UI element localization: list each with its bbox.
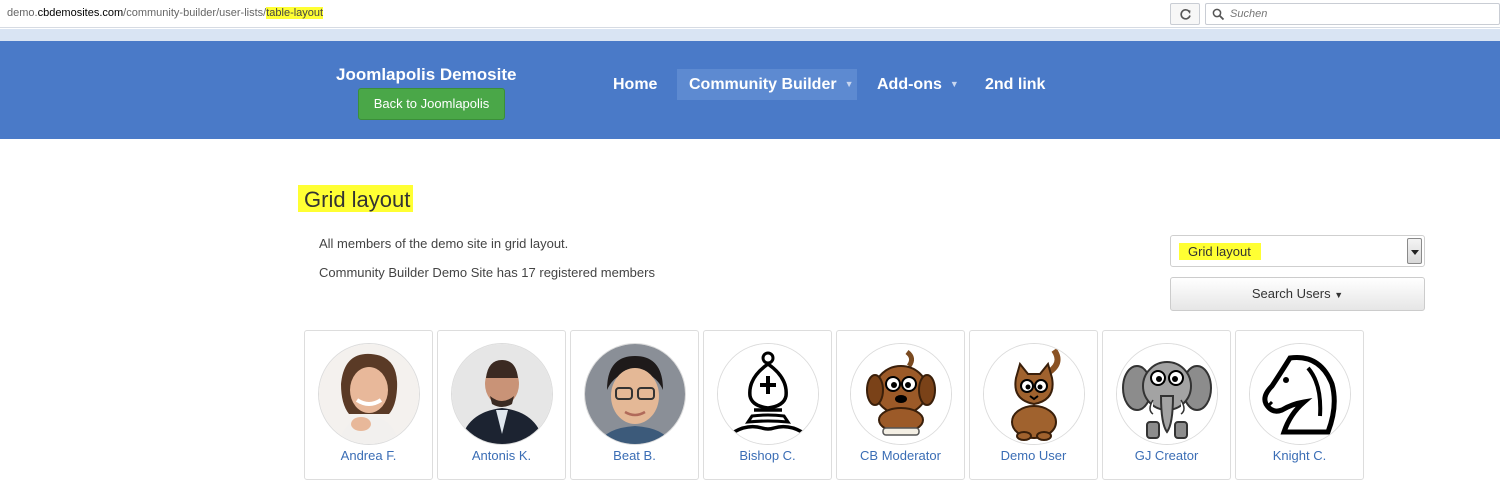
user-name-link[interactable]: Bishop C. [704,448,831,463]
user-card[interactable]: Beat B. [570,330,699,480]
user-name-link[interactable]: CB Moderator [837,448,964,463]
user-card[interactable]: Demo User [969,330,1098,480]
page-title: Grid layout [298,185,414,213]
browser-toolbar: demo.cbdemosites.com/community-builder/u… [0,0,1500,28]
chess-knight-icon[interactable] [1249,343,1351,445]
woman-photo-avatar[interactable] [318,343,420,445]
user-card[interactable]: Knight C. [1235,330,1364,480]
user-name-link[interactable]: Andrea F. [305,448,432,463]
nav-item-community-builder[interactable]: Community Builder ▼ [677,69,857,100]
member-count-text: Community Builder Demo Site has 17 regis… [319,265,655,280]
chevron-down-icon: ▼ [949,79,959,89]
cartoon-cat-icon[interactable] [983,343,1085,445]
user-name-link[interactable]: Beat B. [571,448,698,463]
cartoon-dog-icon[interactable] [850,343,952,445]
nav-item-addons[interactable]: Add-ons ▼ [877,69,959,100]
cartoon-elephant-icon[interactable] [1116,343,1218,445]
site-title: Joomlapolis Demosite [336,65,517,84]
browser-search-input[interactable] [1230,6,1490,22]
user-name-link[interactable]: Antonis K. [438,448,565,463]
site-header: Joomlapolis Demosite Back to Joomlapolis… [0,41,1500,139]
search-users-button[interactable]: Search Users ▼ [1170,277,1425,311]
nav-item-home[interactable]: Home [613,69,657,100]
user-card[interactable]: Andrea F. [304,330,433,480]
list-layout-select-value: Grid layout [1179,243,1261,260]
search-users-label: Search Users [1251,286,1331,301]
select-arrow-icon[interactable] [1407,238,1422,264]
reload-icon [1180,9,1191,20]
user-card[interactable]: CB Moderator [836,330,965,480]
caret-down-icon: ▼ [1334,290,1344,300]
list-description: All members of the demo site in grid lay… [319,236,569,251]
list-layout-select[interactable]: Grid layout [1170,235,1425,267]
url-highlight: table-layout [266,7,324,19]
user-name-link[interactable]: Demo User [970,448,1097,463]
chevron-down-icon: ▼ [844,79,854,89]
nav-item-label: Community Builder [689,76,837,93]
man-in-suit-photo-avatar[interactable] [451,343,553,445]
user-card[interactable]: GJ Creator [1102,330,1231,480]
url-domain: cbdemosites.com [37,7,124,19]
user-card[interactable]: Bishop C. [703,330,832,480]
browser-search-box[interactable] [1205,3,1500,25]
user-name-link[interactable]: Knight C. [1236,448,1363,463]
bookmarks-strip [0,29,1500,41]
search-icon [1212,8,1225,21]
user-card[interactable]: Antonis K. [437,330,566,480]
chess-bishop-icon[interactable] [717,343,819,445]
address-bar[interactable]: demo.cbdemosites.com/community-builder/u… [7,7,324,19]
nav-item-label: Add-ons [877,76,942,93]
url-host-prefix: demo. [7,7,38,19]
page-title-text: Grid layout [298,185,414,212]
back-to-joomlapolis-button[interactable]: Back to Joomlapolis [358,88,505,120]
url-path: /community-builder/user-lists/ [123,7,267,19]
user-name-link[interactable]: GJ Creator [1103,448,1230,463]
nav-item-2nd-link[interactable]: 2nd link [985,69,1045,100]
man-with-glasses-photo-avatar[interactable] [584,343,686,445]
reload-button[interactable] [1170,3,1200,25]
